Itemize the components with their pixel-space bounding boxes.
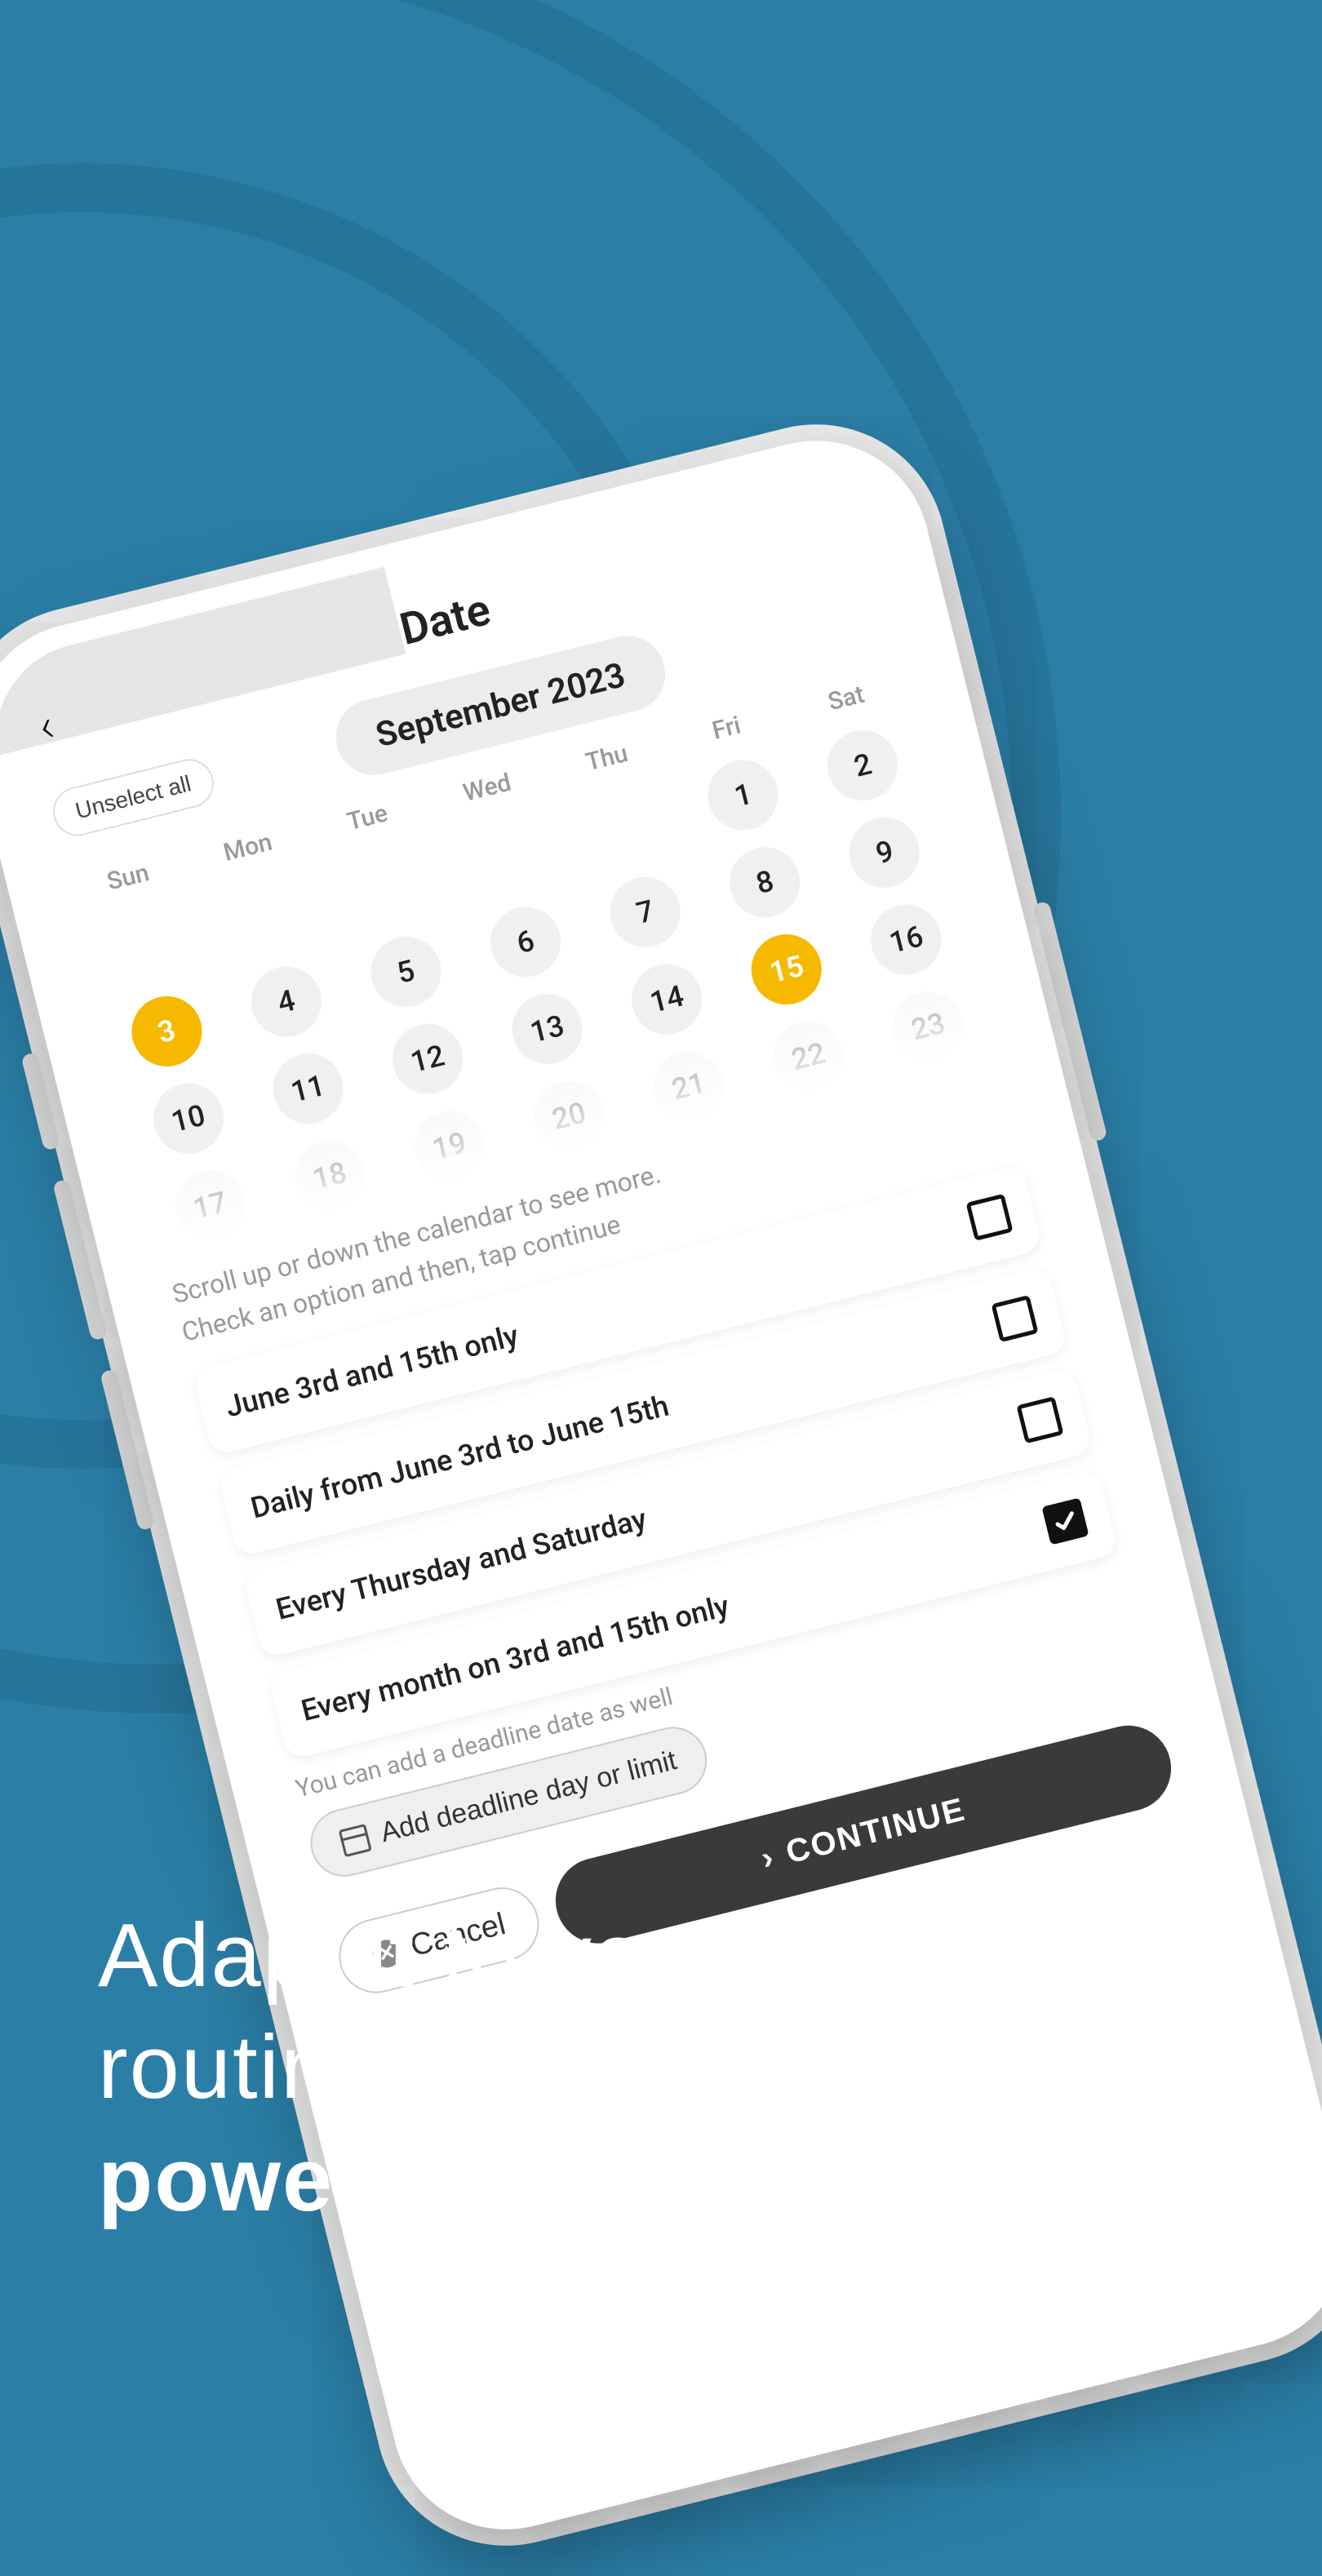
calendar-day[interactable]: 22 [765,1014,850,1099]
calendar-day[interactable]: 18 [287,1133,372,1218]
unselect-all-button[interactable]: Unselect all [48,754,219,841]
calendar-day[interactable]: 4 [244,959,329,1044]
calendar-day[interactable]: 19 [406,1103,491,1188]
calendar-day[interactable]: 9 [842,810,927,895]
checkbox[interactable] [991,1295,1038,1342]
checkbox[interactable] [1016,1396,1063,1443]
calendar-day[interactable]: 11 [265,1046,350,1131]
chevron-right-icon: › [757,1839,779,1878]
calendar-day[interactable]: 5 [363,929,448,1014]
calendar-day[interactable]: 14 [624,956,709,1041]
calendar-day[interactable]: 20 [526,1074,611,1159]
calendar-day[interactable]: 7 [603,870,688,955]
calendar-day[interactable]: 13 [505,987,590,1071]
calendar-day[interactable]: 8 [722,840,807,924]
calendar-day[interactable]: 6 [483,899,568,984]
checkbox[interactable] [1041,1497,1089,1545]
calendar-day[interactable]: 21 [646,1044,731,1128]
checkbox[interactable] [965,1194,1013,1241]
calendar-day[interactable]: 2 [820,723,905,808]
calendar-day[interactable]: 12 [385,1017,470,1102]
calendar-day[interactable]: 23 [885,984,970,1069]
calendar-day[interactable]: 3 [124,989,209,1074]
calendar-day[interactable]: 1 [701,752,786,837]
continue-label: CONTINUE [783,1791,969,1871]
calendar-day[interactable]: 15 [744,927,829,1012]
calendar-icon [339,1824,372,1857]
calendar-day[interactable]: 16 [863,897,948,982]
calendar-day[interactable]: 17 [167,1163,252,1248]
promo-text: Adapt it to your routines, it is very po… [98,1900,1240,2237]
calendar-day[interactable]: 10 [146,1076,231,1161]
